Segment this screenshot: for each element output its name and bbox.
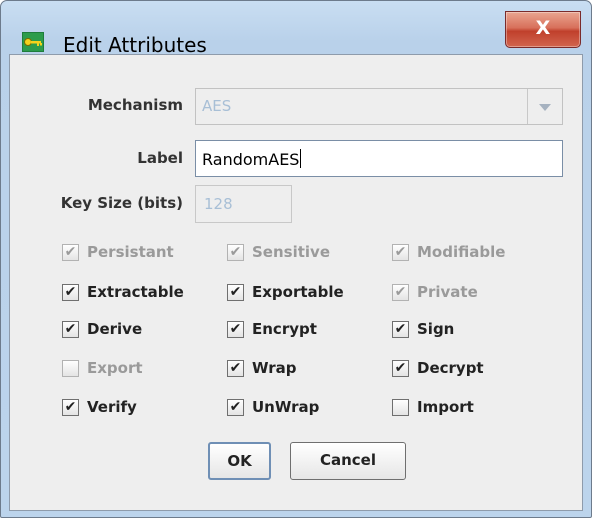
close-button[interactable]: X [505, 11, 581, 48]
title-bar[interactable]: Edit Attributes X [1, 1, 591, 57]
checkbox-label: Modifiable [417, 243, 506, 261]
ok-button[interactable]: OK [208, 442, 271, 480]
label-field-label: Label [137, 149, 183, 167]
cancel-button[interactable]: Cancel [290, 442, 406, 480]
checkmark-icon[interactable]: ✔ [227, 321, 244, 338]
mechanism-value: AES [202, 97, 232, 115]
checkbox-label: Extractable [87, 283, 184, 301]
checkmark-icon: ✔ [62, 244, 79, 261]
checkmark-icon[interactable]: ✔ [392, 321, 409, 338]
mechanism-label: Mechanism [87, 96, 183, 114]
checkbox-box [62, 360, 79, 377]
chevron-down-icon[interactable] [527, 89, 562, 124]
checkbox-label: Wrap [252, 359, 297, 377]
checkmark-icon[interactable]: ✔ [62, 284, 79, 301]
mechanism-combobox[interactable]: AES [195, 88, 563, 125]
key-size-value: 128 [204, 195, 233, 213]
checkmark-icon: ✔ [392, 244, 409, 261]
checkbox-label: Verify [87, 398, 137, 416]
checkmark-icon[interactable]: ✔ [227, 399, 244, 416]
label-input[interactable]: RandomAES [195, 140, 563, 177]
checkbox-label: Exportable [252, 283, 344, 301]
checkmark-icon[interactable]: ✔ [392, 360, 409, 377]
checkbox-label: Export [87, 359, 143, 377]
checkmark-icon[interactable]: ✔ [227, 284, 244, 301]
checkbox-label: Import [417, 398, 474, 416]
checkmark-icon[interactable]: ✔ [227, 360, 244, 377]
checkbox-label: Persistant [87, 243, 174, 261]
checkmark-icon: ✔ [392, 284, 409, 301]
checkbox-label: Private [417, 283, 478, 301]
key-size-field[interactable]: 128 [195, 185, 292, 223]
key-size-label: Key Size (bits) [60, 194, 183, 212]
checkbox-box[interactable] [392, 399, 409, 416]
checkmark-icon[interactable]: ✔ [62, 399, 79, 416]
text-caret [300, 149, 302, 168]
checkmark-icon: ✔ [227, 244, 244, 261]
key-icon [22, 32, 44, 52]
checkbox-label: UnWrap [252, 398, 320, 416]
checkbox-label: Encrypt [252, 320, 317, 338]
edit-attributes-dialog: Edit Attributes X Mechanism AES Label Ra… [0, 0, 592, 518]
checkbox-label: Decrypt [417, 359, 484, 377]
dialog-content: Mechanism AES Label RandomAES Key Size (… [9, 54, 583, 511]
checkbox-label: Derive [87, 320, 143, 338]
checkbox-label: Sign [417, 320, 455, 338]
checkmark-icon[interactable]: ✔ [62, 321, 79, 338]
checkbox-label: Sensitive [252, 243, 330, 261]
label-input-value: RandomAES [202, 150, 300, 169]
